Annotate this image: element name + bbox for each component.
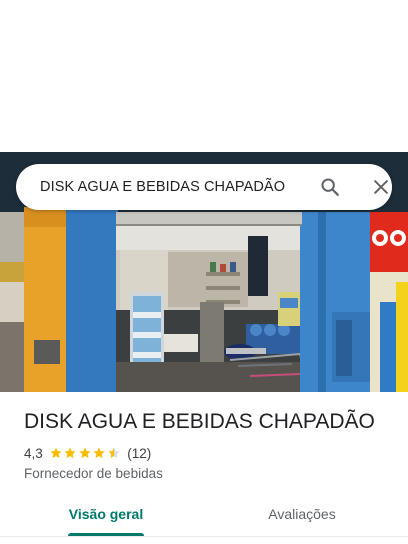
star-icon <box>79 447 91 459</box>
tab-bar: Visão geral Avaliações <box>0 496 408 538</box>
half-star-icon <box>108 447 120 459</box>
rating-value: 4,3 <box>24 445 43 461</box>
rating-row[interactable]: 4,3 (12) <box>24 444 151 462</box>
search-bar[interactable]: DISK AGUA E BEBIDAS CHAPADÃO <box>16 164 392 210</box>
place-title: DISK AGUA E BEBIDAS CHAPADÃO <box>24 410 375 433</box>
search-icon[interactable] <box>316 173 344 201</box>
tab-overview[interactable]: Visão geral <box>56 496 156 532</box>
close-icon[interactable] <box>367 173 395 201</box>
rating-stars <box>49 446 122 460</box>
search-input[interactable]: DISK AGUA E BEBIDAS CHAPADÃO <box>40 164 285 210</box>
place-category: Fornecedor de bebidas <box>24 466 163 481</box>
top-blank-area <box>0 0 408 152</box>
star-icon <box>64 447 76 459</box>
tab-reviews[interactable]: Avaliações <box>252 496 352 532</box>
star-icon <box>93 447 105 459</box>
tabs-divider <box>0 536 408 537</box>
star-icon <box>50 447 62 459</box>
review-count[interactable]: (12) <box>127 446 151 461</box>
